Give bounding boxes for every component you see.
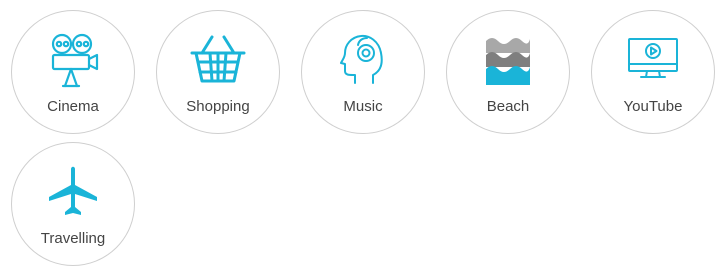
airplane-icon [43,163,103,221]
shopping-basket-icon [188,31,248,89]
category-beach[interactable]: Beach [446,10,570,134]
category-label: Beach [486,98,530,115]
category-shopping[interactable]: Shopping [156,10,280,134]
category-label: YouTube [623,98,683,115]
category-label: Shopping [186,98,250,115]
category-label: Music [343,98,383,115]
video-monitor-icon [623,31,683,89]
category-label: Cinema [47,98,99,115]
category-cinema[interactable]: Cinema [11,10,135,134]
beach-waves-icon [478,31,538,89]
category-label: Travelling [40,230,106,247]
category-youtube[interactable]: YouTube [591,10,715,134]
music-head-icon [333,31,393,89]
category-travelling[interactable]: Travelling [11,142,135,266]
category-music[interactable]: Music [301,10,425,134]
cinema-camera-icon [43,31,103,89]
